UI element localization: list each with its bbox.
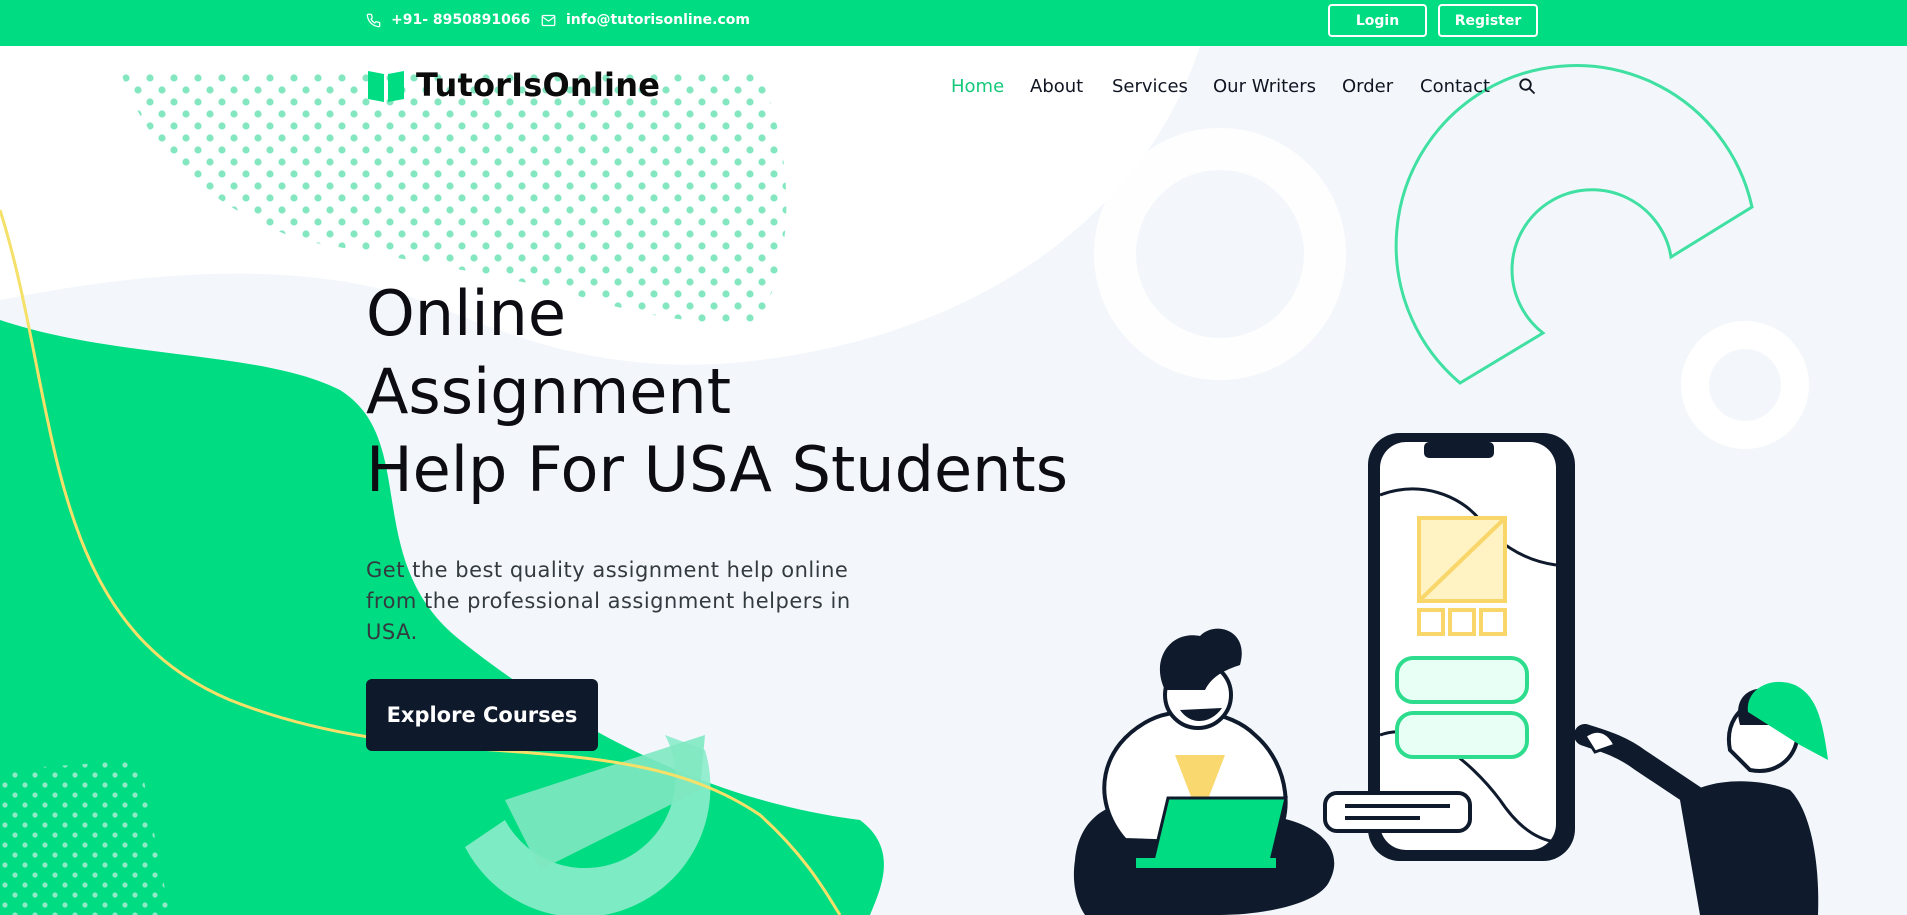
search-icon[interactable] bbox=[1518, 77, 1536, 95]
nav-home[interactable]: Home bbox=[951, 76, 1004, 97]
soft-ring-small bbox=[1681, 321, 1809, 449]
hero-title: Online Assignment Help For USA Students bbox=[366, 275, 1068, 509]
nav-services[interactable]: Services bbox=[1112, 76, 1188, 97]
standing-person-illustration bbox=[1574, 681, 1828, 915]
email-contact[interactable]: info@tutorisonline.com bbox=[541, 0, 750, 40]
phone-icon bbox=[366, 13, 381, 27]
hero-title-line: Help For USA Students bbox=[366, 433, 1069, 506]
book-icon bbox=[368, 71, 404, 102]
phone-illustration bbox=[1323, 433, 1575, 861]
explore-courses-button[interactable]: Explore Courses bbox=[366, 679, 598, 751]
brand-name: TutorIsOnline bbox=[416, 66, 661, 104]
nav-our-writers[interactable]: Our Writers bbox=[1213, 76, 1316, 97]
hero-subtitle: Get the best quality assignment help onl… bbox=[366, 558, 851, 644]
soft-ring bbox=[1094, 128, 1346, 380]
mail-icon bbox=[541, 14, 556, 26]
phone-number: +91- 8950891066 bbox=[391, 12, 531, 28]
sitting-person-illustration bbox=[1073, 628, 1335, 915]
brand-logo[interactable]: TutorIsOnline bbox=[366, 66, 660, 104]
hero-title-line: Online bbox=[366, 277, 566, 350]
nav-contact[interactable]: Contact bbox=[1420, 76, 1490, 97]
phone-contact[interactable]: +91- 8950891066 bbox=[366, 0, 530, 40]
nav-about[interactable]: About bbox=[1030, 76, 1083, 97]
main-navigation: TutorIsOnline Home About Services Our Wr… bbox=[0, 46, 1907, 126]
login-button[interactable]: Login bbox=[1328, 4, 1427, 37]
hero-title-line: Assignment bbox=[366, 355, 732, 428]
nav-order[interactable]: Order bbox=[1342, 76, 1393, 97]
top-bar: +91- 8950891066 info@tutorisonline.com L… bbox=[0, 0, 1907, 46]
register-button[interactable]: Register bbox=[1438, 4, 1538, 37]
email-address: info@tutorisonline.com bbox=[566, 12, 750, 28]
